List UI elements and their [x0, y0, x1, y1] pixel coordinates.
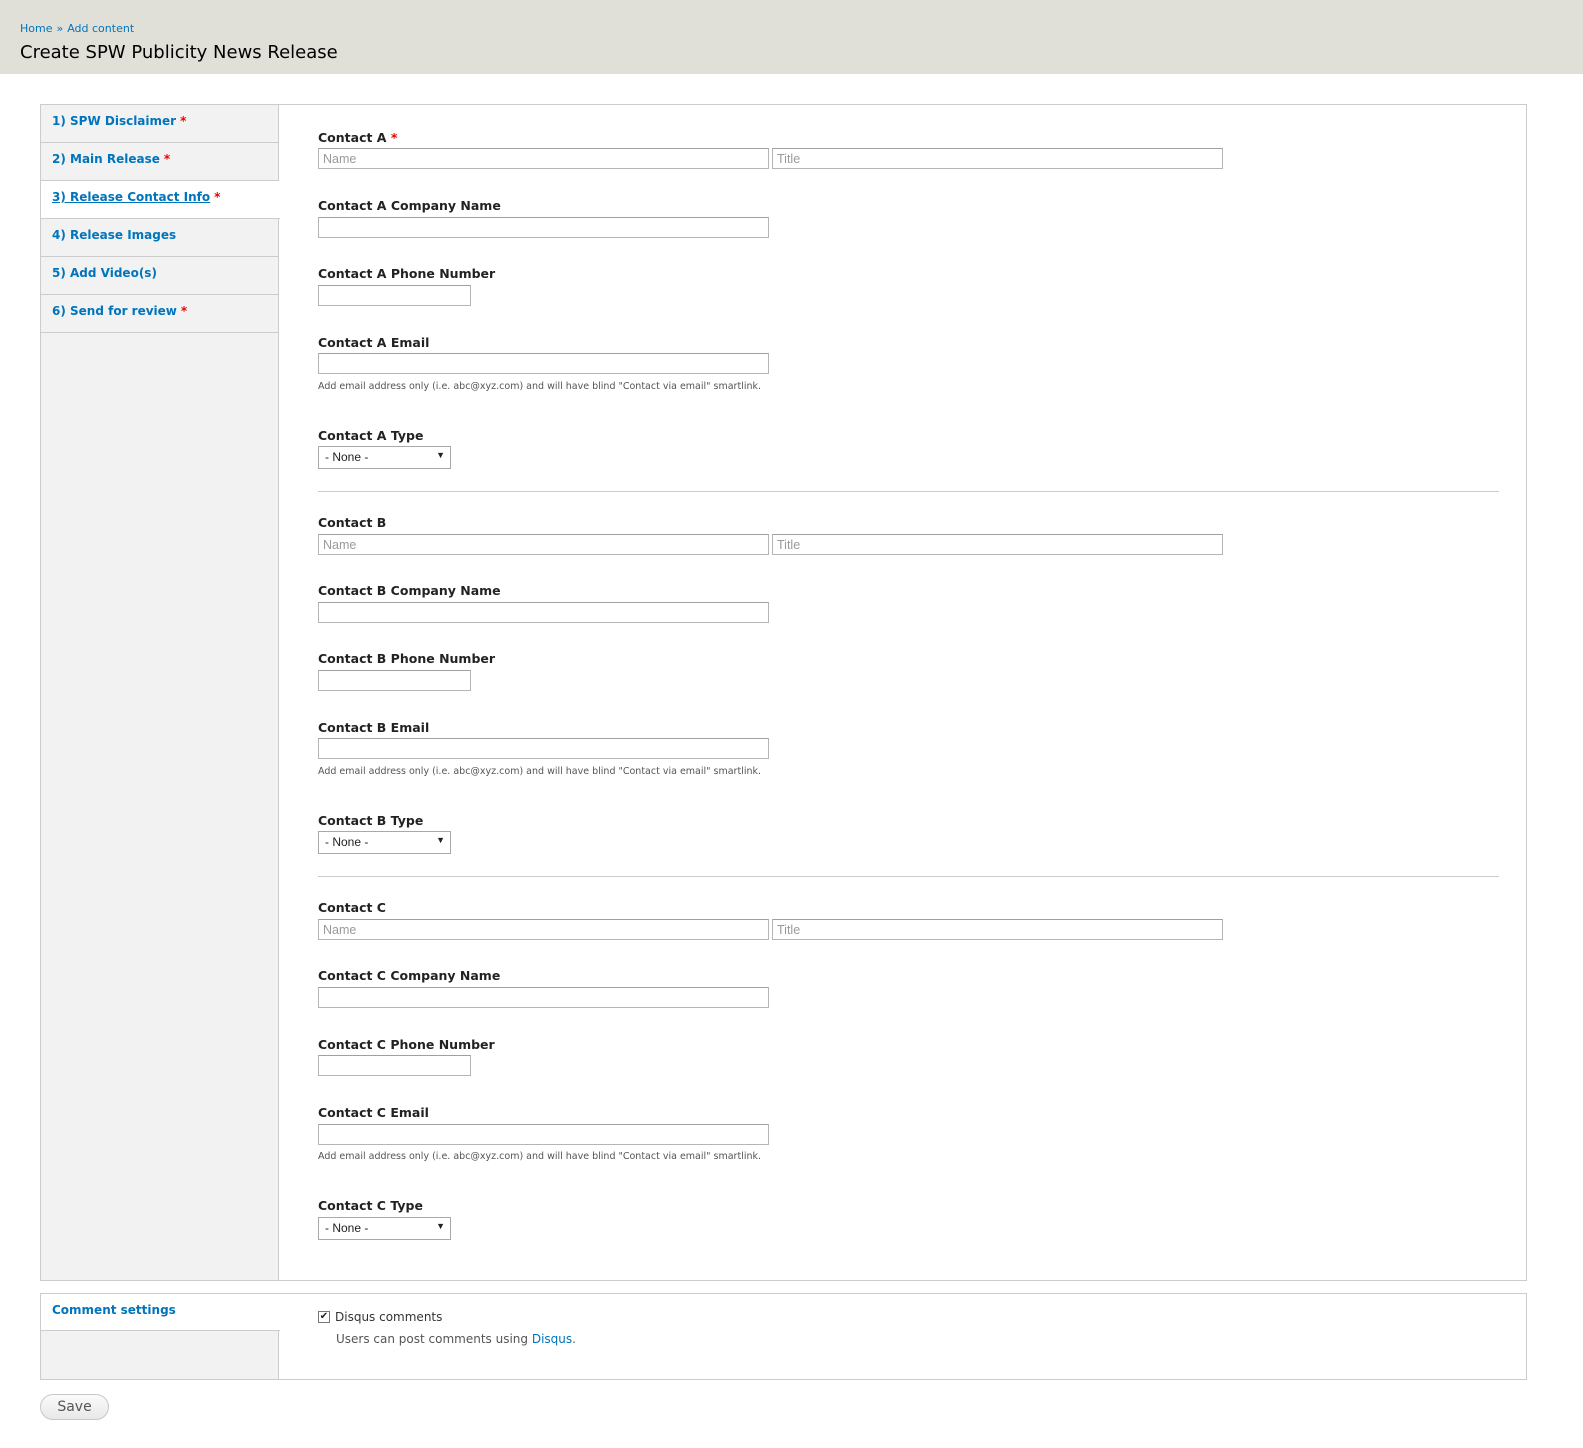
contact-b-phone-label: Contact B Phone Number [318, 651, 496, 666]
select-value: - None - [325, 835, 369, 849]
required-marker: * [390, 130, 398, 145]
section-divider [318, 491, 1499, 492]
disqus-comments-checkbox[interactable]: ✔ [318, 1311, 330, 1323]
breadcrumb: Home » Add content [20, 22, 134, 35]
comment-settings-nav: Comment settings [41, 1294, 280, 1379]
tab-label: 6) Send for review [52, 304, 177, 318]
contact-a-label: Contact A * [318, 130, 397, 145]
contact-b-company-input[interactable] [318, 602, 769, 623]
tab-release-contact-info[interactable]: 3) Release Contact Info * [41, 181, 280, 219]
description-suffix: . [572, 1332, 576, 1346]
contact-c-email-input[interactable] [318, 1124, 769, 1145]
chevron-down-icon: ▼ [436, 1221, 445, 1231]
contact-b-label: Contact B [318, 515, 387, 530]
page-title: Create SPW Publicity News Release [20, 42, 338, 63]
required-marker: * [214, 190, 221, 204]
tab-release-images[interactable]: 4) Release Images [41, 219, 278, 257]
contact-c-type-select[interactable]: - None - ▼ [318, 1217, 451, 1240]
contact-c-title-input[interactable] [772, 919, 1223, 940]
contact-a-company-input[interactable] [318, 217, 769, 238]
contact-b-company-label: Contact B Company Name [318, 583, 501, 598]
chevron-down-icon: ▼ [436, 450, 445, 460]
contact-b-phone-input[interactable] [318, 670, 471, 691]
contact-b-name-input[interactable] [318, 534, 769, 555]
contact-b-title-input[interactable] [772, 534, 1223, 555]
tab-add-videos[interactable]: 5) Add Video(s) [41, 257, 278, 295]
contact-c-phone-input[interactable] [318, 1055, 471, 1076]
select-value: - None - [325, 1221, 369, 1235]
chevron-down-icon: ▼ [436, 835, 445, 845]
contact-b-type-select[interactable]: - None - ▼ [318, 831, 451, 854]
tab-spw-disclaimer[interactable]: 1) SPW Disclaimer * [41, 105, 278, 143]
contact-a-label-text: Contact A [318, 130, 387, 145]
contact-a-title-input[interactable] [772, 148, 1223, 169]
contact-a-type-label: Contact A Type [318, 428, 424, 443]
contact-a-email-label: Contact A Email [318, 335, 430, 350]
select-value: - None - [325, 450, 369, 464]
disqus-comments-label[interactable]: Disqus comments [335, 1310, 442, 1324]
vertical-tabs-nav: 1) SPW Disclaimer * 2) Main Release * 3) R… [41, 105, 280, 1280]
comment-settings-box: Comment settings [40, 1293, 1527, 1380]
contact-a-phone-label: Contact A Phone Number [318, 266, 496, 281]
required-marker: * [180, 114, 187, 128]
contact-a-phone-input[interactable] [318, 285, 471, 306]
contact-a-email-help: Add email address only (i.e. abc@xyz.com… [318, 381, 762, 392]
contact-a-company-label: Contact A Company Name [318, 198, 501, 213]
contact-b-email-input[interactable] [318, 738, 769, 759]
contact-c-name-input[interactable] [318, 919, 769, 940]
contact-c-company-input[interactable] [318, 987, 769, 1008]
tab-label: 2) Main Release [52, 152, 160, 166]
description-prefix: Users can post comments using [336, 1332, 532, 1346]
contact-b-type-label: Contact B Type [318, 813, 424, 828]
tab-comment-settings[interactable]: Comment settings [41, 1294, 280, 1331]
contact-a-email-input[interactable] [318, 353, 769, 374]
contact-b-email-help: Add email address only (i.e. abc@xyz.com… [318, 766, 762, 777]
contact-a-name-input[interactable] [318, 148, 769, 169]
save-button[interactable]: Save [40, 1394, 109, 1420]
breadcrumb-home-link[interactable]: Home [20, 22, 52, 35]
contact-b-email-label: Contact B Email [318, 720, 430, 735]
contact-a-type-select[interactable]: - None - ▼ [318, 446, 451, 469]
required-marker: * [163, 152, 171, 166]
section-divider [318, 876, 1499, 877]
tab-label: 3) Release Contact Info [52, 190, 211, 204]
contact-c-type-label: Contact C Type [318, 1198, 423, 1213]
required-marker: * [180, 304, 188, 318]
contact-c-phone-label: Contact C Phone Number [318, 1037, 495, 1052]
disqus-comments-description: Users can post comments using Disqus. [336, 1332, 576, 1346]
page-header: Home » Add content Create SPW Publicity Ne… [0, 0, 1583, 74]
tab-send-for-review[interactable]: 6) Send for review * [41, 295, 278, 333]
contact-c-company-label: Contact C Company Name [318, 968, 501, 983]
tab-label: 4) Release Images [52, 228, 177, 242]
check-icon: ✔ [319, 1311, 329, 1322]
contact-c-label: Contact C [318, 900, 386, 915]
breadcrumb-add-content-link[interactable]: Add content [67, 22, 134, 35]
tab-main-release[interactable]: 2) Main Release * [41, 143, 278, 181]
breadcrumb-separator: » [56, 22, 64, 35]
tab-label: 5) Add Video(s) [52, 266, 157, 280]
disqus-link[interactable]: Disqus [532, 1332, 572, 1346]
vertical-tabs: 1) SPW Disclaimer * 2) Main Release * 3) R… [40, 104, 1527, 1281]
contact-c-email-label: Contact C Email [318, 1105, 429, 1120]
contact-c-email-help: Add email address only (i.e. abc@xyz.com… [318, 1151, 762, 1162]
tab-label: 1) SPW Disclaimer [52, 114, 177, 128]
